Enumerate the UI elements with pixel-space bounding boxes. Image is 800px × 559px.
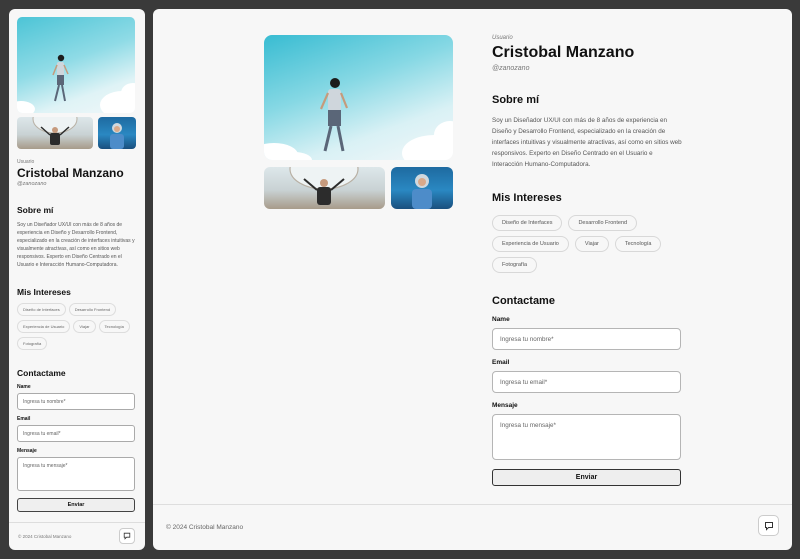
mobile-preview-panel: Usuario Cristobal Manzano @zanozano Sobr…: [9, 9, 145, 550]
message-textarea[interactable]: Ingresa tu mensaje*: [492, 414, 681, 460]
interest-chip[interactable]: Tecnología: [614, 236, 662, 252]
feedback-button[interactable]: [758, 515, 779, 536]
interests-heading: Mis Intereses: [17, 287, 71, 297]
hero-photo: [264, 35, 453, 160]
interest-chip[interactable]: Viajar: [73, 320, 96, 333]
thumbnail-photo-2: [98, 117, 136, 149]
thumbnail-photo-1: [264, 167, 385, 209]
contact-heading: Contactame: [17, 368, 66, 378]
message-square-icon: [764, 521, 773, 531]
about-heading: Sobre mí: [492, 94, 540, 106]
thumbnail-photo-1: [17, 104, 93, 149]
interests-list: Diseño de Interfaces Desarrollo Frontend…: [17, 303, 137, 350]
thumbnail-photo-2: [391, 167, 453, 209]
interest-chip[interactable]: Fotografía: [492, 257, 538, 273]
interest-chip[interactable]: Viajar: [574, 236, 609, 252]
footer: © 2024 Cristobal Manzano: [153, 504, 792, 550]
about-text: Soy un Diseñador UX/UI con más de 8 años…: [17, 222, 135, 268]
email-label: Email: [492, 359, 510, 366]
message-label: Mensaje: [492, 402, 518, 409]
message-label: Mensaje: [17, 448, 37, 454]
interest-chip[interactable]: Tecnología: [98, 320, 130, 333]
name-input[interactable]: Ingresa tu nombre*: [17, 393, 135, 410]
message-square-icon: [123, 532, 131, 540]
name-label: Name: [492, 316, 510, 323]
about-heading: Sobre mí: [17, 205, 54, 215]
copyright-text: © 2024 Cristobal Manzano: [166, 524, 244, 531]
interest-chip[interactable]: Diseño de Interfaces: [17, 303, 66, 316]
interest-chip[interactable]: Experiencia de Usuario: [492, 236, 569, 252]
feedback-button[interactable]: [119, 528, 135, 544]
interest-chip[interactable]: Diseño de Interfaces: [492, 215, 563, 231]
mobile-content: Usuario Cristobal Manzano @zanozano Sobr…: [17, 17, 137, 512]
about-text: Soy un Diseñador UX/UI con más de 8 años…: [492, 117, 682, 168]
user-label: Usuario: [492, 35, 513, 41]
interests-heading: Mis Intereses: [492, 192, 562, 204]
name-input[interactable]: Ingresa tu nombre*: [492, 328, 681, 350]
profile-name: Cristobal Manzano: [17, 166, 124, 180]
email-label: Email: [17, 416, 31, 422]
hero-illustration: [17, 54, 135, 113]
interest-chip[interactable]: Experiencia de Usuario: [17, 320, 71, 333]
thumbnail-row: [17, 104, 137, 149]
email-input[interactable]: Ingresa tu email*: [492, 371, 681, 393]
interest-chip[interactable]: Fotografía: [17, 337, 48, 350]
hero-photo: [17, 17, 135, 113]
interest-chip[interactable]: Desarrollo Frontend: [68, 303, 117, 316]
user-label: Usuario: [17, 159, 35, 165]
profile-handle: @zanozano: [492, 65, 530, 72]
submit-button[interactable]: Enviar: [492, 469, 681, 486]
footer: © 2024 Cristobal Manzano: [9, 522, 145, 550]
contact-heading: Contactame: [492, 295, 555, 307]
profile-handle: @zanozano: [17, 181, 47, 187]
profile-info: Usuario Cristobal Manzano @zanozano Sobr…: [492, 35, 682, 486]
desktop-preview-panel: Usuario Cristobal Manzano @zanozano Sobr…: [153, 9, 792, 550]
interest-chip[interactable]: Desarrollo Frontend: [568, 215, 638, 231]
email-input[interactable]: Ingresa tu email*: [17, 425, 135, 442]
profile-name: Cristobal Manzano: [492, 44, 635, 61]
name-label: Name: [17, 384, 31, 390]
message-textarea[interactable]: Ingresa tu mensaje*: [17, 457, 135, 491]
submit-button[interactable]: Enviar: [17, 498, 135, 512]
copyright-text: © 2024 Cristobal Manzano: [18, 534, 72, 539]
hero-illustration: [264, 78, 453, 160]
interests-list: Diseño de Interfaces Desarrollo Frontend…: [492, 215, 682, 273]
